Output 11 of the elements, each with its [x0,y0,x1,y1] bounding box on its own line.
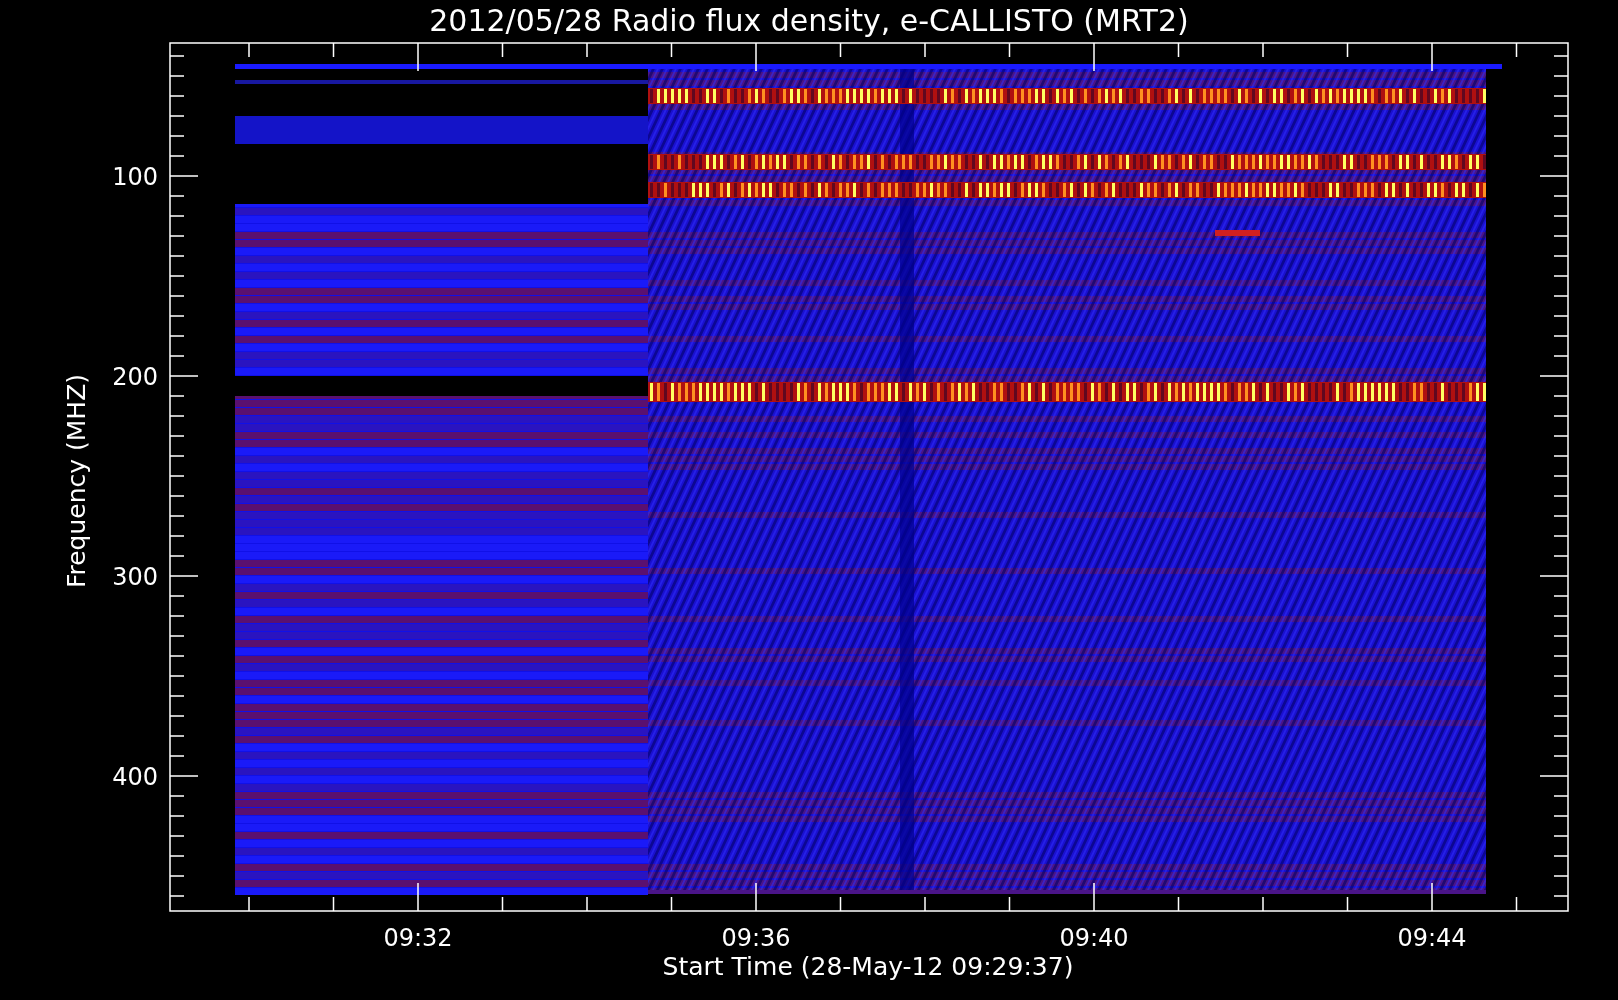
x-axis-label: Start Time (28-May-12 09:29:37) [662,952,1074,981]
y-axis-label: Frequency (MHZ) [62,373,91,589]
chart-title: 2012/05/28 Radio flux density, e-CALLISTO (MRT2) [429,3,1189,38]
y-tick-label: 200 [112,363,158,391]
y-tick-label: 400 [112,763,158,791]
y-tick-label: 100 [112,163,158,191]
y-tick-label: 300 [112,563,158,591]
x-tick-label: 09:32 [383,924,453,952]
x-tick-label: 09:36 [721,924,791,952]
x-tick-label: 09:44 [1397,924,1467,952]
x-tick-label: 09:40 [1059,924,1129,952]
